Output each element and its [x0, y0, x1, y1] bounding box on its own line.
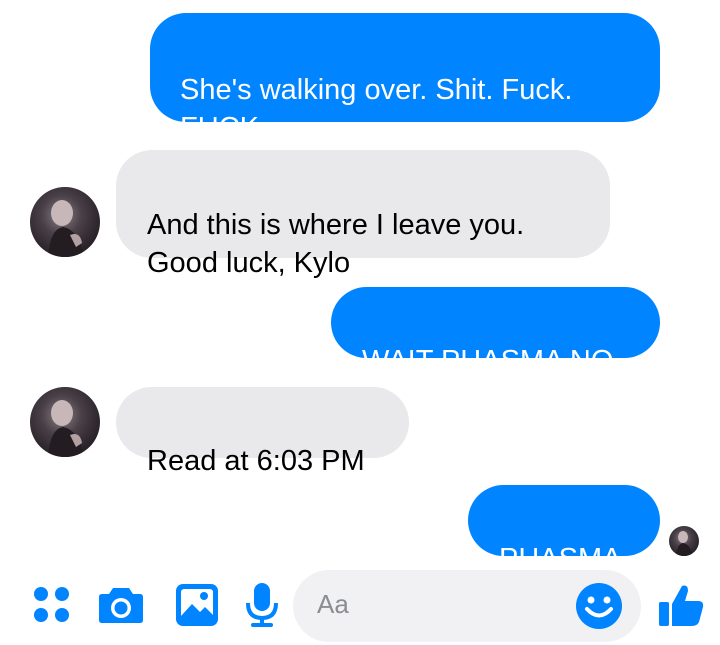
- message-input[interactable]: Aa: [293, 570, 641, 642]
- camera-icon[interactable]: [98, 586, 144, 629]
- message-bubble-outgoing[interactable]: PHASMA: [468, 485, 660, 575]
- contact-avatar[interactable]: [30, 187, 100, 257]
- message-input-placeholder: Aa: [317, 589, 349, 619]
- message-bubble-outgoing[interactable]: WAIT PHASMA NO: [331, 287, 660, 377]
- emoji-icon[interactable]: [575, 582, 623, 635]
- contact-avatar[interactable]: [30, 387, 100, 457]
- composer-bar: Aa: [0, 560, 720, 645]
- thumbs-up-icon[interactable]: [658, 582, 704, 633]
- message-bubble-incoming[interactable]: And this is where I leave you. Good luck…: [116, 150, 610, 279]
- apps-grid-icon[interactable]: [33, 586, 71, 629]
- image-icon[interactable]: [175, 583, 219, 632]
- message-text: She's walking over. Shit. Fuck. FUCK: [180, 74, 573, 144]
- message-text: WAIT PHASMA NO: [362, 345, 614, 377]
- message-text: And this is where I leave you. Good luck…: [147, 209, 525, 279]
- message-bubble-incoming[interactable]: Read at 6:03 PM: [116, 387, 409, 477]
- message-text: Read at 6:03 PM: [147, 445, 365, 477]
- microphone-icon[interactable]: [245, 582, 279, 633]
- read-receipt-avatar: [669, 526, 699, 556]
- message-bubble-outgoing[interactable]: She's walking over. Shit. Fuck. FUCK: [150, 13, 660, 144]
